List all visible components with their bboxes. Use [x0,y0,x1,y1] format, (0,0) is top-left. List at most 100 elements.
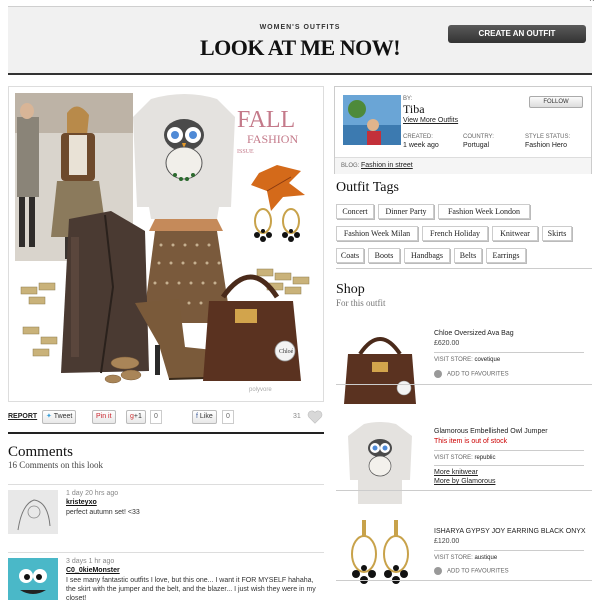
creator-photo[interactable] [343,95,401,145]
autumn-leaf [251,165,305,211]
shop-subheading: For this outfit [336,298,386,308]
product-price: £620.00 [434,340,460,347]
report-link[interactable]: REPORT [8,413,37,420]
visit-store-label: VISIT STORE: [434,357,473,363]
page-header: WOMEN'S OUTFITS LOOK AT ME NOW! CREATE A… [8,7,592,75]
creator-name[interactable]: Tiba [403,102,425,117]
tag-french-holiday[interactable]: French Holiday [422,226,488,241]
tag-handbags[interactable]: Handbags [404,248,450,263]
comments-divider [8,432,324,434]
blog-row: BLOG: Fashion in street [335,157,591,174]
product-image-bag[interactable] [340,320,420,404]
visit-store-row: VISIT STORE: austique [434,555,497,561]
like-label: Like [199,413,213,420]
product-divider [434,352,584,353]
comment-text: perfect autumn set! <33 [66,509,140,516]
style-status-value: Fashion Hero [525,142,568,149]
tag-fashion-week-milan[interactable]: Fashion Week Milan [336,226,418,241]
product-divider [434,450,584,451]
avatar[interactable] [8,490,58,534]
blog-link[interactable]: Fashion in street [361,162,413,169]
fall-text: FALL [237,107,295,133]
follow-button[interactable]: FOLLOW [529,96,583,108]
gplus-button[interactable]: g+1 [126,410,146,424]
add-to-favourites[interactable]: ADD TO FAVOURITES [434,567,509,575]
more-by-brand-link[interactable]: More by Glamorous [434,478,495,485]
blog-label: BLOG: [341,163,360,169]
tags-divider [336,268,592,269]
tag-belts[interactable]: Belts [454,248,482,263]
tag-skirts[interactable]: Skirts [542,226,572,241]
outfit-tags-heading: Outfit Tags [336,180,399,195]
comment-text: I see many fantastic outfits I love, but… [66,577,316,600]
watermark-text: polyvore [249,387,272,393]
shop-divider [336,384,592,385]
creator-card: BY: Tiba View More Outfits FOLLOW CREATE… [334,86,592,174]
comment-time: 3 days 1 hr ago [66,558,115,565]
tag-coats[interactable]: Coats [336,248,364,263]
product-price: £120.00 [434,538,460,545]
store-link[interactable]: covetique [474,357,500,363]
store-link[interactable]: austique [474,555,497,561]
earrings [254,208,300,242]
comment-user[interactable]: kristeyxo [66,499,97,506]
pinit-button[interactable]: Pin it [92,410,116,424]
more-knitwear-link[interactable]: More knitwear [434,469,478,476]
product-image-jumper[interactable] [340,420,420,504]
product-name[interactable]: ISHARYA GYPSY JOY EARRING BLACK ONYX [434,528,586,535]
outfit-image[interactable]: FALL FASHION ISSUE Chloé polyvore [8,86,324,402]
tweed-coat [61,211,149,374]
share-bar: REPORT ✦ Tweet Pin it g+1 0 f Like 0 31 [8,410,324,426]
owl-jumper [133,94,235,219]
twitter-icon: ✦ [46,413,54,420]
fashion-text: FASHION [247,132,298,146]
shop-divider [336,490,592,491]
favourite-icon [434,567,442,575]
comment-user[interactable]: C0_0kieMonster [66,567,120,574]
tag-knitwear[interactable]: Knitwear [492,226,538,241]
visit-store-row: VISIT STORE: covetique [434,357,500,363]
issue-text: ISSUE [237,149,254,155]
created-value: 1 week ago [403,142,439,149]
gplus-label: +1 [133,413,142,420]
facebook-like-button[interactable]: f Like [192,410,217,424]
tag-dinner-party[interactable]: Dinner Party [378,204,434,219]
out-of-stock-text: This item is out of stock [434,438,508,445]
product-divider [434,550,584,551]
add-to-favourites[interactable]: ADD TO FAVOURITES [434,370,509,378]
comment-item: 1 day 20 hrs ago kristeyxo perfect autum… [8,484,324,544]
tweet-button[interactable]: ✦ Tweet [42,410,77,424]
gplus-count: 0 [150,410,162,424]
created-label: CREATED: [403,134,433,140]
love-count: 31 [293,413,301,420]
comment-item: 3 days 1 hr ago C0_0kieMonster I see man… [8,552,324,600]
store-link[interactable]: republic [474,455,495,461]
favourite-label: ADD TO FAVOURITES [447,371,509,378]
create-outfit-button[interactable]: CREATE AN OUTFIT [448,25,586,43]
pinit-label: Pin it [96,413,112,420]
comments-count: 16 Comments on this look [8,460,104,470]
shop-heading: Shop [336,282,365,297]
favourite-icon [434,370,442,378]
visit-store-label: VISIT STORE: [434,555,473,561]
product-name[interactable]: Chloe Oversized Ava Bag [434,330,514,337]
country-label: COUNTRY: [463,134,494,140]
visit-store-label: VISIT STORE: [434,455,473,461]
top-caret: ^ [589,0,594,6]
belt [149,219,223,231]
facebook-like-count: 0 [222,410,234,424]
avatar[interactable] [8,558,58,600]
visit-store-row: VISIT STORE: republic [434,455,495,461]
tag-boots[interactable]: Boots [368,248,400,263]
product-image-earrings[interactable] [340,516,420,600]
favourite-label: ADD TO FAVOURITES [447,568,509,575]
tag-fashion-week-london[interactable]: Fashion Week London [438,204,530,219]
tag-concert[interactable]: Concert [336,204,374,219]
heart-icon[interactable] [306,408,324,426]
comment-time: 1 day 20 hrs ago [66,490,119,497]
product-name[interactable]: Glamorous Embellished Owl Jumper [434,428,548,435]
view-more-outfits-link[interactable]: View More Outfits [403,117,458,124]
tweet-label: Tweet [53,413,73,420]
comments-heading: Comments [8,444,74,460]
tag-earrings[interactable]: Earrings [486,248,526,263]
